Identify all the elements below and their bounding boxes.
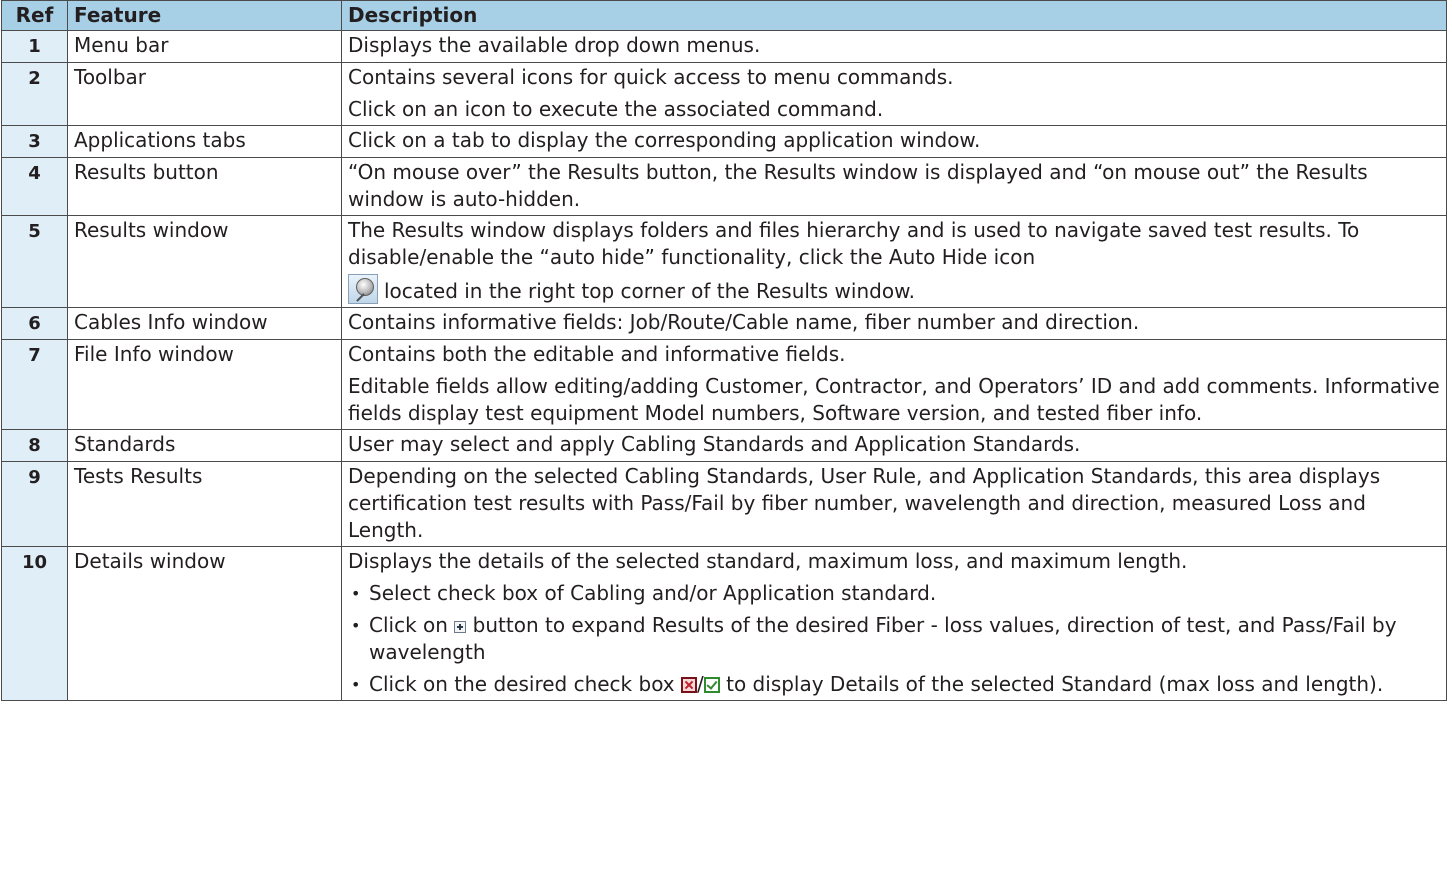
bullet-separator: / xyxy=(697,672,704,696)
description-cell: Displays the details of the selected sta… xyxy=(341,546,1447,701)
details-bullet-list: Select check box of Cabling and/or Appli… xyxy=(348,580,1440,698)
bullet-text: to display Details of the selected Stand… xyxy=(726,672,1384,696)
ref-number: 6 xyxy=(28,313,41,334)
expand-plus-icon xyxy=(454,621,467,633)
table-row: 2 Toolbar Contains several icons for qui… xyxy=(1,62,1447,126)
description-text: The Results window displays folders and … xyxy=(348,218,1360,269)
ref-number: 4 xyxy=(28,163,41,184)
description-text: Click on an icon to execute the associat… xyxy=(348,97,884,121)
ref-number: 3 xyxy=(28,131,41,152)
description-text: User may select and apply Cabling Standa… xyxy=(348,432,1081,456)
table-header: Ref Feature Description xyxy=(1,0,1447,31)
description-text: Editable fields allow editing/adding Cus… xyxy=(348,374,1440,425)
description-text-line: located in the right top corner of the R… xyxy=(348,274,1440,305)
bullet-text: Select check box of Cabling and/or Appli… xyxy=(369,581,937,605)
feature-cell: Results window xyxy=(67,215,342,308)
description-cell: Contains both the editable and informati… xyxy=(341,339,1447,430)
feature-cell: Tests Results xyxy=(67,461,342,547)
description-cell: Depending on the selected Cabling Standa… xyxy=(341,461,1447,547)
table-row: 10 Details window Displays the details o… xyxy=(1,546,1447,701)
description-text: Displays the available drop down menus. xyxy=(348,33,761,57)
feature-cell: Details window xyxy=(67,546,342,701)
description-text: Depending on the selected Cabling Standa… xyxy=(348,464,1381,542)
description-text: Displays the details of the selected sta… xyxy=(348,549,1188,573)
feature-cell: Cables Info window xyxy=(67,307,342,340)
ref-cell: 7 xyxy=(1,339,68,430)
description-text: “On mouse over” the Results button, the … xyxy=(348,160,1368,211)
ref-cell: 5 xyxy=(1,215,68,308)
header-description: Description xyxy=(341,0,1447,31)
description-cell: The Results window displays folders and … xyxy=(341,215,1447,308)
table-row: 4 Results button “On mouse over” the Res… xyxy=(1,157,1447,216)
description-cell: User may select and apply Cabling Standa… xyxy=(341,429,1447,462)
auto-hide-pin-icon xyxy=(348,274,378,304)
table-body: 1 Menu bar Displays the available drop d… xyxy=(1,30,1447,701)
header-ref: Ref xyxy=(1,0,68,31)
description-cell: Click on a tab to display the correspond… xyxy=(341,125,1447,158)
list-item: Select check box of Cabling and/or Appli… xyxy=(348,580,1440,607)
ref-cell: 4 xyxy=(1,157,68,216)
feature-cell: Standards xyxy=(67,429,342,462)
ref-cell: 6 xyxy=(1,307,68,340)
description-text: located in the right top corner of the R… xyxy=(384,279,915,303)
list-item: Click on the desired check box / to disp… xyxy=(348,671,1440,698)
ref-cell: 9 xyxy=(1,461,68,547)
bullet-text: button to expand Results of the desired … xyxy=(369,613,1397,664)
table-row: 5 Results window The Results window disp… xyxy=(1,215,1447,308)
ref-number: 7 xyxy=(28,345,41,366)
table-row: 1 Menu bar Displays the available drop d… xyxy=(1,30,1447,63)
ref-cell: 1 xyxy=(1,30,68,63)
table-row: 6 Cables Info window Contains informativ… xyxy=(1,307,1447,340)
ref-number: 2 xyxy=(28,68,41,89)
feature-cell: Menu bar xyxy=(67,30,342,63)
feature-reference-table: Ref Feature Description 1 Menu bar Displ… xyxy=(1,0,1447,701)
header-feature: Feature xyxy=(67,0,342,31)
ref-cell: 2 xyxy=(1,62,68,126)
feature-cell: Applications tabs xyxy=(67,125,342,158)
description-cell: Contains several icons for quick access … xyxy=(341,62,1447,126)
ref-cell: 3 xyxy=(1,125,68,158)
description-text: Contains several icons for quick access … xyxy=(348,65,954,89)
ref-cell: 8 xyxy=(1,429,68,462)
table-row: 9 Tests Results Depending on the selecte… xyxy=(1,461,1447,547)
header-row: Ref Feature Description xyxy=(1,0,1447,31)
ref-number: 5 xyxy=(28,221,41,242)
checkbox-x-icon xyxy=(681,677,698,693)
ref-number: 10 xyxy=(21,552,48,573)
table-row: 8 Standards User may select and apply Ca… xyxy=(1,429,1447,462)
feature-cell: Toolbar xyxy=(67,62,342,126)
description-text: Contains informative fields: Job/Route/C… xyxy=(348,310,1140,334)
description-text: Click on a tab to display the correspond… xyxy=(348,128,981,152)
table-row: 3 Applications tabs Click on a tab to di… xyxy=(1,125,1447,158)
description-cell: Displays the available drop down menus. xyxy=(341,30,1447,63)
description-cell: Contains informative fields: Job/Route/C… xyxy=(341,307,1447,340)
table-row: 7 File Info window Contains both the edi… xyxy=(1,339,1447,430)
list-item: Click on button to expand Results of the… xyxy=(348,612,1440,666)
bullet-text: Click on the desired check box xyxy=(369,672,675,696)
ref-number: 1 xyxy=(28,36,41,57)
ref-number: 9 xyxy=(28,467,41,488)
feature-cell: File Info window xyxy=(67,339,342,430)
ref-number: 8 xyxy=(28,435,41,456)
bullet-text: Click on xyxy=(369,613,448,637)
feature-cell: Results button xyxy=(67,157,342,216)
ref-cell: 10 xyxy=(1,546,68,701)
description-text: Contains both the editable and informati… xyxy=(348,342,846,366)
description-cell: “On mouse over” the Results button, the … xyxy=(341,157,1447,216)
checkbox-check-icon xyxy=(703,677,720,693)
